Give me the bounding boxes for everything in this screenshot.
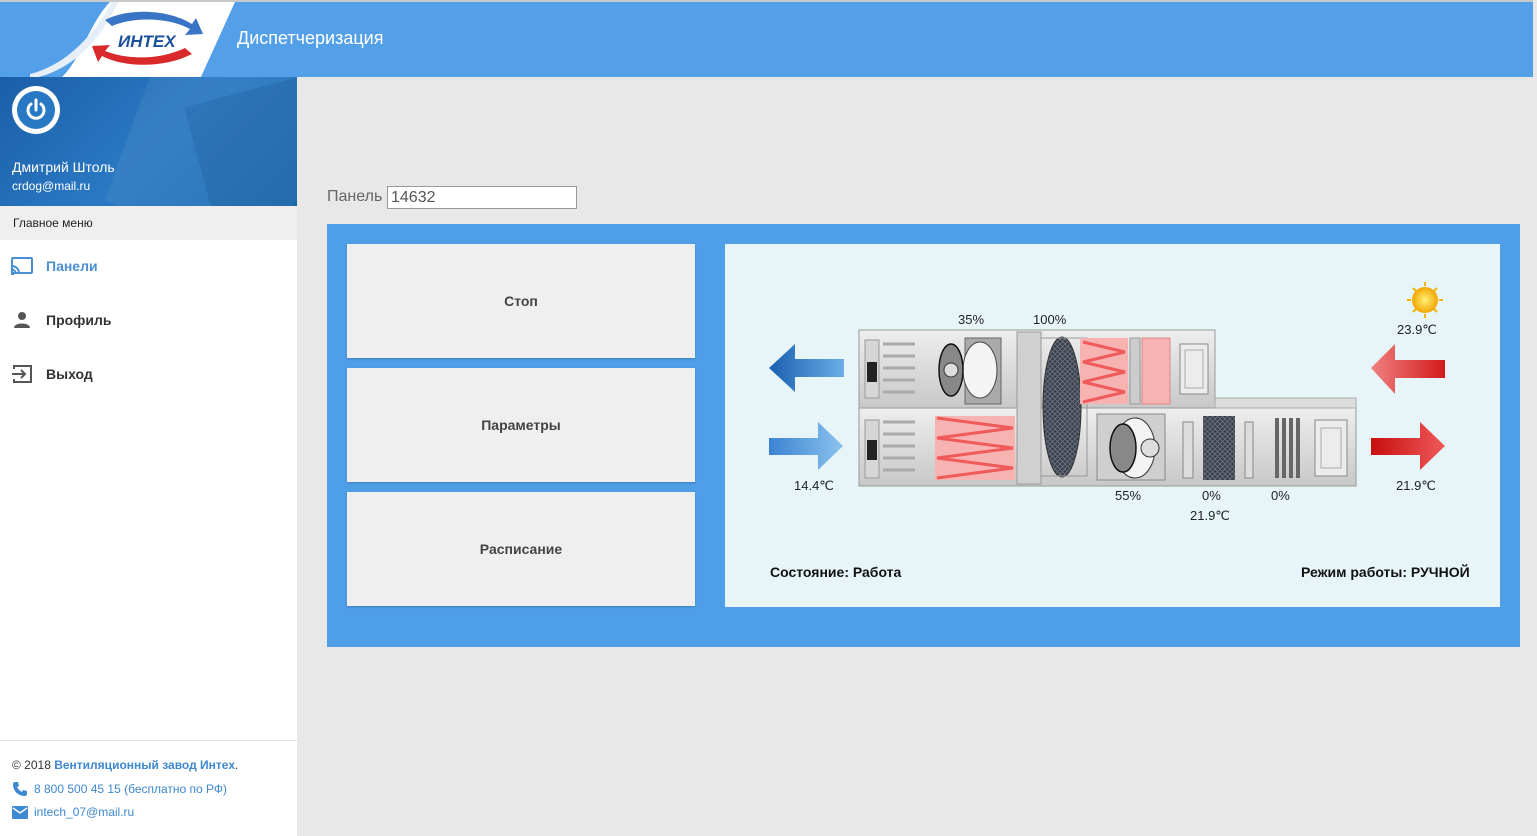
schedule-button[interactable]: Расписание <box>347 492 695 606</box>
app-title: Диспетчеризация <box>237 28 384 48</box>
parameters-button[interactable]: Параметры <box>347 368 695 482</box>
outdoor-in-arrow <box>769 422 843 470</box>
sidebar-item-panels[interactable]: Панели <box>0 246 297 286</box>
power-icon <box>26 98 46 120</box>
sidebar: Дмитрий Штоль crdog@mail.ru Главное меню… <box>0 77 297 836</box>
ventilation-scheme: 35% 100% 23.9℃ 14.4℃ 55% 0% 0% 21.9℃ 21.… <box>725 244 1500 607</box>
sidebar-item-exit[interactable]: Выход <box>0 354 297 394</box>
supply-out-arrow <box>1371 422 1445 470</box>
copyright: © 2018 Вентиляционный завод Интех. <box>12 758 239 772</box>
profile-card: Дмитрий Штоль crdog@mail.ru <box>0 77 297 206</box>
company-link[interactable]: Вентиляционный завод Интех <box>54 758 235 772</box>
user-name: Дмитрий Штоль <box>12 159 115 175</box>
supply-temp: 21.9℃ <box>1396 478 1436 493</box>
after-heater-temp: 21.9℃ <box>1190 508 1230 523</box>
status-text: Состояние: Работа <box>770 564 902 580</box>
power-button[interactable] <box>12 86 60 134</box>
sidebar-item-label: Профиль <box>46 312 112 328</box>
intake-temp: 14.4℃ <box>794 478 834 493</box>
sidebar-footer: © 2018 Вентиляционный завод Интех. 8 800… <box>0 740 297 836</box>
svg-text:ИНТЕХ: ИНТЕХ <box>118 32 177 51</box>
air-handling-unit <box>858 329 1357 487</box>
mode-text: Режим работы: РУЧНОЙ <box>1301 564 1470 580</box>
logo[interactable]: ИНТЕХ <box>0 2 235 79</box>
menu-header: Главное меню <box>0 206 297 240</box>
user-email: crdog@mail.ru <box>12 179 91 193</box>
stop-button[interactable]: Стоп <box>347 244 695 358</box>
email-line: intech_07@mail.ru <box>12 805 134 819</box>
footer-email[interactable]: intech_07@mail.ru <box>34 805 134 819</box>
mail-icon <box>12 805 30 819</box>
sun-icon <box>1407 282 1443 318</box>
cooler-value: 0% <box>1271 488 1290 503</box>
exhaust-out-arrow <box>769 344 844 392</box>
cast-icon <box>10 254 34 278</box>
return-in-arrow <box>1371 344 1445 394</box>
panel-container: Стоп Параметры Расписание 35% 100% 23.9℃… <box>327 224 1520 647</box>
panel-id-input[interactable] <box>387 186 577 209</box>
exit-icon <box>10 362 34 386</box>
panel-label: Панель <box>327 188 383 205</box>
sidebar-item-label: Выход <box>46 366 93 382</box>
sidebar-item-label: Панели <box>46 258 98 274</box>
phone-line: 8 800 500 45 15 (бесплатно по РФ) <box>12 781 227 797</box>
recuperator-value: 100% <box>1033 312 1067 327</box>
phone-icon <box>12 781 30 797</box>
top-bar: ИНТЕХ Диспетчеризация <box>0 0 1533 79</box>
person-icon <box>10 308 34 332</box>
phone-number[interactable]: 8 800 500 45 15 (бесплатно по РФ) <box>34 782 227 796</box>
sidebar-item-profile[interactable]: Профиль <box>0 300 297 340</box>
outdoor-temp: 23.9℃ <box>1397 322 1437 337</box>
supply-fan-value: 55% <box>1115 488 1142 503</box>
exhaust-damper-value: 35% <box>958 312 985 327</box>
heater-value: 0% <box>1202 488 1221 503</box>
